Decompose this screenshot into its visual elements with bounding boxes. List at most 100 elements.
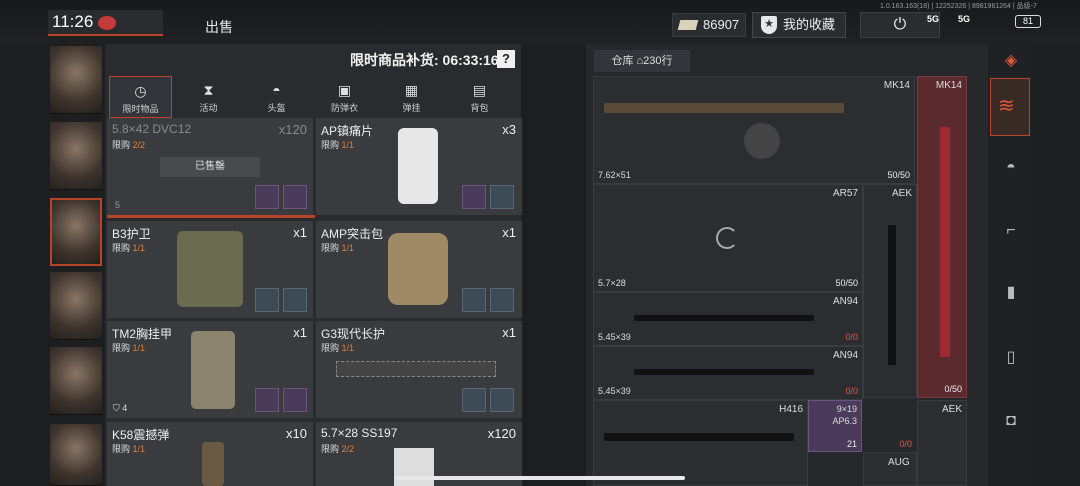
shop-item-card[interactable]: G3现代长护 限购 1/1 x1 bbox=[316, 321, 522, 418]
star-badge-icon: ★ bbox=[761, 16, 777, 34]
tab-limited-items[interactable]: ◷ 限时物品 bbox=[109, 76, 172, 118]
rifle-icon bbox=[604, 433, 794, 441]
shop-item-card[interactable]: TM2胸挂甲 限购 1/1 x1 ⛉ 4 bbox=[107, 321, 313, 418]
item-attachment-icon bbox=[490, 288, 514, 312]
magazine-icon[interactable]: ▮ bbox=[998, 280, 1024, 306]
item-attachment-icon bbox=[462, 288, 486, 312]
tab-label: 活动 bbox=[199, 103, 218, 113]
pill-bottle-icon bbox=[398, 128, 438, 204]
character-portrait[interactable] bbox=[50, 122, 102, 190]
item-limit: 限购 1/1 bbox=[112, 243, 146, 253]
item-attachment-icon bbox=[255, 288, 279, 312]
help-button[interactable]: ? bbox=[497, 50, 515, 68]
hourglass-icon: ⧗ bbox=[203, 82, 214, 98]
tab-event[interactable]: ⧗ 活动 bbox=[177, 76, 240, 118]
helmet-icon[interactable]: ◓ bbox=[998, 155, 1024, 181]
weapon-caliber: 5.45×39 bbox=[598, 386, 631, 396]
character-portrait[interactable] bbox=[50, 272, 102, 340]
vest-item-icon bbox=[177, 231, 243, 307]
weapon-name: AEK bbox=[941, 404, 962, 415]
weapon-name: AEK bbox=[891, 188, 912, 199]
item-name: TM2胸挂甲 bbox=[112, 327, 173, 341]
item-attachment-icon bbox=[462, 388, 486, 412]
chest-rig-icon bbox=[191, 331, 235, 409]
signal-2: 5G bbox=[958, 14, 971, 24]
magazine-slot[interactable]: 9×19 AP6.3 21 bbox=[808, 400, 862, 452]
item-limit: 限购 2/2 bbox=[321, 444, 355, 454]
tab-label: 头盔 bbox=[267, 103, 286, 113]
shop-item-card[interactable]: K58震撼弹 限购 1/1 x10 bbox=[107, 422, 313, 486]
rifle-filter-icon[interactable]: ⌐ bbox=[998, 218, 1024, 244]
item-qty: x1 bbox=[502, 225, 516, 240]
character-portrait-selected[interactable] bbox=[50, 198, 102, 266]
weapon-caliber: 5.45×39 bbox=[598, 332, 631, 342]
backpack-item-icon bbox=[388, 233, 448, 305]
item-attachment-icon bbox=[283, 185, 307, 209]
tab-backpack[interactable]: ▤ 背包 bbox=[448, 76, 511, 118]
rifle-icon bbox=[634, 315, 814, 321]
item-limit: 限购 1/1 bbox=[321, 140, 355, 150]
warehouse-weapon-slot[interactable]: H416 bbox=[593, 400, 808, 486]
layers-icon: ≋ bbox=[998, 95, 1015, 117]
item-qty: x120 bbox=[487, 426, 516, 441]
weapon-caliber: 5.7×28 bbox=[598, 278, 626, 288]
favorites-button[interactable]: ★ 我的收藏 bbox=[752, 12, 846, 38]
warehouse-weapon-slot[interactable]: AEK bbox=[863, 184, 917, 398]
item-attachment-icon bbox=[255, 185, 279, 209]
shop-item-card[interactable]: AMP突击包 限购 1/1 x1 bbox=[316, 221, 522, 318]
item-extra: 5 bbox=[115, 200, 121, 210]
version-text: 1.0.163.163(18) | 12252326 | 8981961264 … bbox=[880, 3, 1037, 10]
item-name: AP镇痛片 bbox=[321, 124, 374, 138]
mag-caliber: 9×19 bbox=[836, 404, 857, 414]
sold-out-badge: 已售罄 bbox=[160, 157, 260, 177]
mag-count: 21 bbox=[846, 439, 857, 449]
weapon-ammo-count: 0/0 bbox=[845, 386, 858, 396]
weapon-ammo-count: 50/50 bbox=[835, 278, 858, 288]
weapon-ammo-count: 50/50 bbox=[887, 170, 910, 180]
drum-mag-icon bbox=[744, 123, 780, 159]
weapon-name: MK14 bbox=[935, 80, 962, 91]
item-attachment-icon bbox=[255, 388, 279, 412]
warehouse-weapon-slot-selected[interactable]: MK14 0/50 bbox=[917, 76, 967, 398]
rifle-vertical-icon bbox=[888, 225, 896, 365]
character-portrait[interactable] bbox=[50, 347, 102, 415]
warehouse-weapon-slot[interactable]: AN94 5.45×39 0/0 bbox=[593, 292, 863, 346]
item-qty: x10 bbox=[286, 426, 307, 441]
tab-rig[interactable]: ▦ 弹挂 bbox=[380, 76, 443, 118]
warehouse-weapon-slot[interactable]: AR57 5.7×28 50/50 bbox=[593, 184, 863, 292]
ammo-icon[interactable]: ▯ bbox=[998, 345, 1024, 371]
warehouse-weapon-slot[interactable]: MK14 7.62×51 50/50 bbox=[593, 76, 915, 184]
restock-progress-bar bbox=[107, 215, 315, 218]
grenade-item-icon bbox=[202, 442, 224, 486]
tab-helmet[interactable]: ◓ 头盔 bbox=[245, 76, 308, 118]
shop-item-card[interactable]: B3护卫 限购 1/1 x1 bbox=[107, 221, 313, 318]
money-value: 86907 bbox=[703, 17, 740, 32]
character-portrait[interactable] bbox=[50, 424, 102, 486]
tab-sell[interactable]: 出售 bbox=[205, 17, 233, 37]
warehouse-weapon-slot[interactable]: AEK bbox=[917, 400, 967, 486]
item-name: G3现代长护 bbox=[321, 327, 386, 341]
rig-icon: ▦ bbox=[404, 82, 419, 98]
character-portrait[interactable] bbox=[50, 46, 102, 114]
loading-spinner-icon bbox=[716, 227, 738, 249]
item-limit: 限购 1/1 bbox=[112, 444, 146, 454]
restock-timer: 限时商品补货: 06:33:16 bbox=[350, 52, 499, 68]
filter-all-selected[interactable]: ≋ bbox=[990, 78, 1030, 136]
weapon-ammo-count: 0/0 bbox=[845, 332, 858, 342]
home-indicator[interactable] bbox=[395, 476, 685, 480]
shop-item-card[interactable]: AP镇痛片 限购 1/1 x3 bbox=[316, 118, 522, 215]
item-qty: x3 bbox=[502, 122, 516, 137]
warehouse-weapon-slot[interactable]: AN94 5.45×39 0/0 bbox=[593, 346, 863, 400]
warehouse-tab[interactable]: 仓库 ⌂230行 bbox=[594, 50, 690, 72]
layers-refresh-icon[interactable]: ◈ bbox=[998, 48, 1024, 74]
warehouse-count: 230行 bbox=[643, 55, 673, 67]
tab-label: 背包 bbox=[470, 103, 489, 113]
warehouse-weapon-slot[interactable]: 0/0 AUG bbox=[863, 439, 917, 486]
weapon-name: AN94 bbox=[832, 296, 858, 307]
vest-icon: ▣ bbox=[337, 82, 352, 98]
mag-name: AP6.3 bbox=[832, 416, 857, 426]
tab-vest[interactable]: ▣ 防弹衣 bbox=[313, 76, 376, 118]
battery-indicator: 81 bbox=[1015, 15, 1041, 28]
attachment-icon[interactable]: ◘ bbox=[998, 408, 1024, 434]
weapon-name: AR57 bbox=[832, 188, 858, 199]
